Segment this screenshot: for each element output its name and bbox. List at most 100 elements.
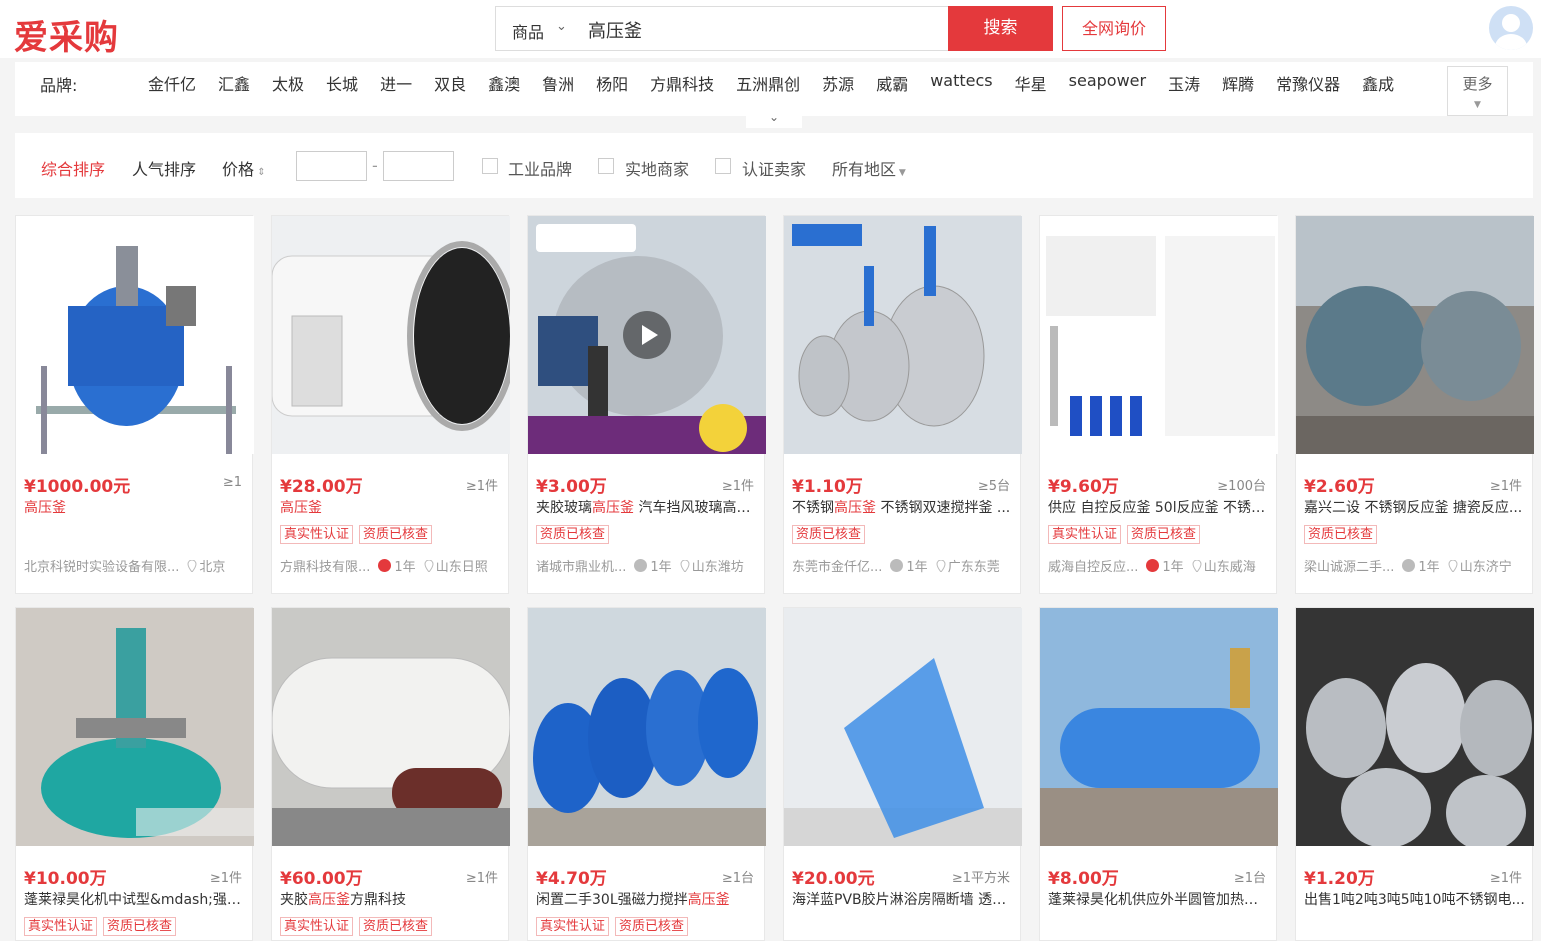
brand-item[interactable]: 辉腾	[1222, 71, 1254, 95]
product-card[interactable]: ¥10.00万 ≥1件 蓬莱禄昊化机中试型&mdash;强磁... 真实性认证 资质已核…	[15, 607, 254, 941]
product-title[interactable]: 嘉兴二设 不锈钢反应釜 搪瓷反应...	[1304, 497, 1526, 517]
medal-icon	[378, 559, 392, 572]
brand-item[interactable]: seapower	[1069, 71, 1146, 95]
shop-info: 方鼎科技有限... 1年 山东日照	[280, 556, 505, 575]
avatar[interactable]	[1489, 6, 1533, 50]
product-title[interactable]: 不锈钢高压釜 不锈钢双速搅拌釜 ...	[792, 497, 1014, 517]
search-category-select[interactable]: 商品	[512, 19, 544, 43]
brand-item[interactable]: 常豫仪器	[1276, 71, 1340, 95]
price-max-input[interactable]	[383, 151, 454, 181]
product-price: ¥1.10万	[792, 477, 863, 497]
certified-seller-checkbox[interactable]	[715, 158, 731, 174]
title-text: 蓬莱禄昊化机供应外半圆管加热磁...	[1048, 892, 1270, 908]
product-card[interactable]: ¥20.00元 ≥1平方米 海洋蓝PVB胶片淋浴房隔断墙 透明...	[783, 607, 1022, 941]
site-logo[interactable]: 爱采购	[14, 10, 119, 59]
product-image[interactable]	[1040, 216, 1278, 454]
product-card[interactable]: ¥28.00万 ≥1件 高压釜 真实性认证 资质已核查 方鼎科技有限... 1年 山东日照	[271, 215, 510, 594]
product-image[interactable]	[1296, 216, 1534, 454]
brand-item[interactable]: 威霸	[876, 71, 908, 95]
product-title[interactable]: 高压釜	[280, 497, 502, 517]
brand-item[interactable]: 鑫成	[1362, 71, 1394, 95]
physical-merchant-checkbox[interactable]	[598, 158, 614, 174]
product-card[interactable]: ¥1.10万 ≥5台 不锈钢高压釜 不锈钢双速搅拌釜 ... 资质已核查 东莞市金仟亿.…	[783, 215, 1022, 594]
brand-item[interactable]: 长城	[326, 71, 358, 95]
shop-name[interactable]: 北京科锐时实验设备有限...	[24, 556, 179, 575]
industrial-brand-checkbox[interactable]	[482, 158, 498, 174]
brand-item[interactable]: 方鼎科技	[650, 71, 714, 95]
shop-name[interactable]: 诸城市鼎业机...	[536, 556, 626, 575]
brand-item[interactable]: 杨阳	[596, 71, 628, 95]
inquiry-button[interactable]: 全网询价	[1062, 6, 1166, 51]
product-price: ¥8.00万	[1048, 869, 1119, 889]
product-title[interactable]: 闲置二手30L强磁力搅拌高压釜	[536, 889, 758, 909]
product-card[interactable]: ¥60.00万 ≥1件 夹胶高压釜方鼎科技 真实性认证 资质已核查	[271, 607, 510, 941]
brand-filter-bar: 品牌: 金仟亿 汇鑫 太极 长城 进一 双良 鑫澳 鲁洲 杨阳 方鼎科技 五洲鼎创 苏源 威霸 watte…	[15, 62, 1533, 116]
badge-list: 真实性认证 资质已核查	[280, 525, 433, 544]
brand-item[interactable]: 玉涛	[1168, 71, 1200, 95]
brand-item[interactable]: 汇鑫	[218, 71, 250, 95]
brand-item[interactable]: 进一	[380, 71, 412, 95]
title-highlight: 高压釜	[592, 500, 634, 516]
sort-comprehensive[interactable]: 综合排序	[41, 156, 105, 180]
product-title[interactable]: 蓬莱禄昊化机供应外半圆管加热磁...	[1048, 889, 1270, 909]
product-card[interactable]: ¥3.00万 ≥1件 夹胶玻璃高压釜 汽车挡风玻璃高压... 资质已核查 诸城市鼎业机.…	[527, 215, 766, 594]
product-image[interactable]	[528, 216, 766, 454]
region-select[interactable]: 所有地区 ▼	[832, 156, 906, 180]
brand-item[interactable]: 华星	[1015, 71, 1047, 95]
product-card[interactable]: ¥4.70万 ≥1台 闲置二手30L强磁力搅拌高压釜 真实性认证 资质已核查	[527, 607, 766, 941]
years-text: 1年	[1418, 560, 1440, 575]
product-card[interactable]: ¥8.00万 ≥1台 蓬莱禄昊化机供应外半圆管加热磁...	[1039, 607, 1278, 941]
status-badge: 资质已核查	[1304, 525, 1378, 544]
product-image[interactable]	[272, 608, 510, 846]
product-card[interactable]: ¥2.60万 ≥1件 嘉兴二设 不锈钢反应釜 搪瓷反应... 资质已核查 梁山诚源二手.…	[1295, 215, 1534, 594]
brand-item[interactable]: 太极	[272, 71, 304, 95]
product-title[interactable]: 夹胶玻璃高压釜 汽车挡风玻璃高压...	[536, 497, 758, 517]
chevron-down-icon[interactable]: ⌄	[556, 19, 567, 34]
shop-name[interactable]: 梁山诚源二手...	[1304, 556, 1394, 575]
product-image[interactable]	[784, 608, 1022, 846]
brand-item[interactable]: 鑫澳	[488, 71, 520, 95]
product-image[interactable]	[16, 216, 254, 454]
status-badge: 资质已核查	[536, 525, 610, 544]
shop-name[interactable]: 方鼎科技有限...	[280, 556, 370, 575]
product-title[interactable]: 海洋蓝PVB胶片淋浴房隔断墙 透明...	[792, 889, 1014, 909]
brand-item[interactable]: 金仟亿	[148, 71, 196, 95]
title-text: 蓬莱禄昊化机中试型&mdash;强磁...	[24, 892, 246, 908]
product-title[interactable]: 出售1吨2吨3吨5吨10吨不锈钢电...	[1304, 889, 1526, 909]
product-card[interactable]: ¥1000.00元 ≥1 高压釜 北京科锐时实验设备有限... 北京	[15, 215, 254, 594]
shop-name[interactable]: 威海自控反应...	[1048, 556, 1138, 575]
brand-item[interactable]: wattecs	[930, 71, 992, 95]
product-image[interactable]	[784, 216, 1022, 454]
status-badge: 资质已核查	[359, 917, 433, 936]
product-image[interactable]	[1296, 608, 1534, 846]
search-input[interactable]: 高压釜	[588, 17, 642, 43]
more-brands-button[interactable]: 更多 ▼	[1447, 66, 1508, 116]
play-video-icon[interactable]	[623, 311, 671, 359]
product-card[interactable]: ¥1.20万 ≥1件 出售1吨2吨3吨5吨10吨不锈钢电...	[1295, 607, 1534, 941]
certified-seller-label[interactable]: 认证卖家	[742, 156, 806, 180]
product-image[interactable]	[16, 608, 254, 846]
product-title[interactable]: 高压釜	[24, 497, 246, 517]
product-price: ¥1000.00元	[24, 477, 131, 497]
product-title[interactable]: 供应 自控反应釜 50l反应釜 不锈钢...	[1048, 497, 1270, 517]
product-image[interactable]	[528, 608, 766, 846]
brand-item[interactable]: 苏源	[822, 71, 854, 95]
price-min-input[interactable]	[296, 151, 367, 181]
search-button[interactable]: 搜索	[948, 6, 1053, 51]
product-title[interactable]: 蓬莱禄昊化机中试型&mdash;强磁...	[24, 889, 246, 909]
industrial-brand-label[interactable]: 工业品牌	[508, 156, 572, 180]
brand-item[interactable]: 双良	[434, 71, 466, 95]
shop-name[interactable]: 东莞市金仟亿...	[792, 556, 882, 575]
product-card[interactable]: ¥9.60万 ≥100台 供应 自控反应釜 50l反应釜 不锈钢... 真实性认证 资质…	[1039, 215, 1278, 594]
product-image[interactable]	[272, 216, 510, 454]
expand-chevron-icon[interactable]: ⌄	[746, 110, 802, 128]
caret-down-icon: ▼	[1474, 100, 1481, 110]
physical-merchant-label[interactable]: 实地商家	[625, 156, 689, 180]
title-text-rest: 汽车挡风玻璃高压...	[634, 500, 758, 516]
brand-item[interactable]: 五洲鼎创	[736, 71, 800, 95]
brand-item[interactable]: 鲁洲	[542, 71, 574, 95]
sort-popularity[interactable]: 人气排序	[132, 156, 196, 180]
sort-price[interactable]: 价格 ⇕	[222, 156, 266, 180]
product-title[interactable]: 夹胶高压釜方鼎科技	[280, 889, 502, 909]
product-image[interactable]	[1040, 608, 1278, 846]
